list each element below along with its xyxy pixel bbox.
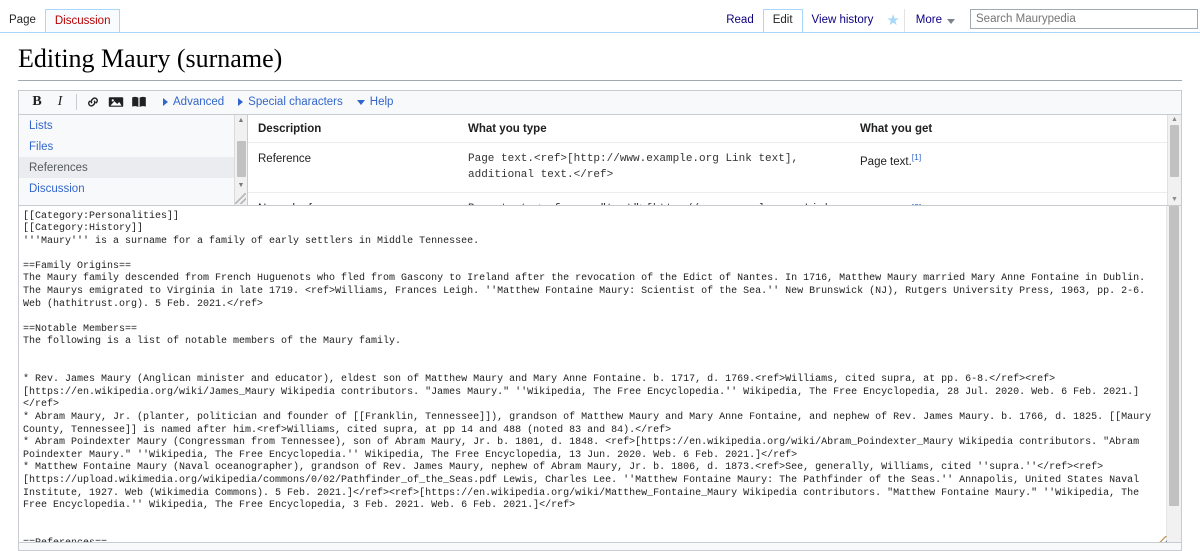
scroll-up-icon[interactable]: ▲	[235, 116, 247, 126]
format-button-group: B I	[27, 92, 70, 112]
tab-page-label: Page	[9, 13, 36, 26]
help-category-references-label: References	[29, 161, 88, 174]
help-category-references[interactable]: References	[19, 156, 247, 178]
link-button[interactable]	[83, 92, 103, 112]
star-icon: ★	[886, 12, 900, 29]
help-table: Description What you type What you get R…	[248, 114, 1181, 205]
help-category-list: Lists Files References Discussion ▲ ▼	[19, 114, 248, 205]
tab-discussion[interactable]: Discussion	[44, 9, 121, 32]
help-col-what-you-get: What you get	[850, 114, 1181, 143]
watch-star-button[interactable]: ★	[882, 9, 903, 32]
scroll-down-icon[interactable]: ▼	[235, 181, 247, 191]
toolbar-menu-special-characters[interactable]: Special characters	[238, 96, 343, 108]
link-icon	[88, 97, 98, 107]
help-category-discussion[interactable]: Discussion	[19, 178, 247, 199]
help-category-files[interactable]: Files	[19, 136, 247, 157]
wikitext-scrollbar[interactable]	[1166, 205, 1181, 550]
chevron-right-icon	[163, 98, 168, 106]
help-table-container: Description What you type What you get R…	[248, 114, 1181, 205]
help-row-what-you-get: Page text.[2]	[850, 192, 1181, 205]
help-row-description: Named reference	[248, 192, 458, 205]
scrollbar-thumb[interactable]	[1170, 124, 1179, 177]
reference-marker[interactable]: [1]	[912, 152, 921, 162]
toolbar-divider	[76, 94, 77, 110]
scrollbar-thumb[interactable]	[237, 140, 246, 177]
reference-button[interactable]	[129, 92, 149, 112]
toolbar-menu-special-characters-label: Special characters	[248, 96, 343, 108]
help-category-lists-label: Lists	[29, 119, 53, 132]
tab-discussion-label: Discussion	[54, 14, 111, 27]
help-panel: Lists Files References Discussion ▲ ▼ De…	[19, 114, 1181, 206]
help-row-what-you-get: Page text.[1]	[850, 142, 1181, 193]
chevron-right-icon	[238, 98, 244, 106]
image-button[interactable]	[106, 92, 126, 112]
tab-view-history[interactable]: View history	[803, 9, 883, 32]
page-title-container: Editing Maury (surname)	[0, 33, 1200, 81]
tab-more-label: More	[915, 13, 942, 26]
tab-page[interactable]: Page	[0, 10, 45, 32]
scrollbar-thumb[interactable]	[1169, 205, 1179, 506]
edit-toolbar: B I Advanced Special characters Help	[19, 90, 1181, 115]
chevron-down-icon	[947, 19, 955, 24]
italic-label: I	[57, 94, 63, 109]
chevron-down-icon	[356, 99, 365, 105]
help-row-what-you-type: Page text.<ref name="test">[http://www.e…	[458, 192, 850, 205]
bold-label: B	[32, 94, 42, 109]
help-category-discussion-label: Discussion	[29, 182, 85, 195]
tab-edit[interactable]: Edit	[762, 9, 803, 32]
toolbar-menu-advanced-label: Advanced	[173, 96, 225, 108]
help-col-description: Description	[248, 114, 458, 143]
help-table-header-row: Description What you type What you get	[248, 114, 1181, 143]
view-tabs: Read Edit View history ★ More	[717, 0, 1200, 32]
tab-read[interactable]: Read	[717, 9, 763, 32]
tab-view-history-label: View history	[811, 13, 874, 26]
toolbar-menu-help-label: Help	[369, 96, 394, 108]
help-table-scrollbar[interactable]: ▲ ▼	[1167, 114, 1181, 205]
toolbar-menu-help[interactable]: Help	[356, 96, 394, 108]
help-row-result-text: Page text.	[860, 155, 912, 168]
tab-edit-label: Edit	[772, 13, 793, 26]
scroll-down-icon[interactable]: ▼	[1168, 195, 1181, 205]
scroll-up-icon[interactable]: ▲	[1168, 115, 1181, 125]
tab-read-label: Read	[726, 13, 754, 26]
help-category-lists[interactable]: Lists	[19, 115, 247, 136]
book-icon	[132, 96, 146, 107]
search-container	[970, 9, 1198, 29]
help-category-files-label: Files	[29, 140, 54, 153]
page-title: Editing Maury (surname)	[18, 43, 1182, 81]
toolbar-menu-advanced[interactable]: Advanced	[163, 96, 224, 108]
insert-button-group	[83, 92, 149, 112]
help-category-scrollbar[interactable]: ▲ ▼	[234, 114, 247, 205]
help-row-description: Reference	[248, 142, 458, 193]
wikitext-content[interactable]: [[Category:Personalities]] [[Category:Hi…	[19, 206, 1181, 550]
edit-form: B I Advanced Special characters Help Lis…	[18, 89, 1182, 551]
table-row: Reference Page text.<ref>[http://www.exa…	[248, 142, 1181, 193]
wikitext-editor[interactable]: [[Category:Personalities]] [[Category:Hi…	[19, 205, 1181, 550]
image-icon	[108, 97, 124, 107]
table-row: Named reference Page text.<ref name="tes…	[248, 192, 1181, 205]
bold-button[interactable]: B	[27, 92, 47, 112]
help-panel-resize-handle[interactable]	[235, 192, 246, 204]
tab-more-menu[interactable]: More	[903, 9, 964, 32]
search-input[interactable]	[970, 9, 1198, 29]
reference-marker[interactable]: [2]	[912, 202, 921, 205]
top-navigation-bar: Page Discussion Read Edit View history ★…	[0, 0, 1200, 33]
help-col-what-you-type: What you type	[458, 114, 850, 143]
italic-button[interactable]: I	[50, 92, 70, 112]
help-row-what-you-type: Page text.<ref>[http://www.example.org L…	[458, 142, 850, 193]
namespace-tabs: Page Discussion	[0, 0, 121, 32]
